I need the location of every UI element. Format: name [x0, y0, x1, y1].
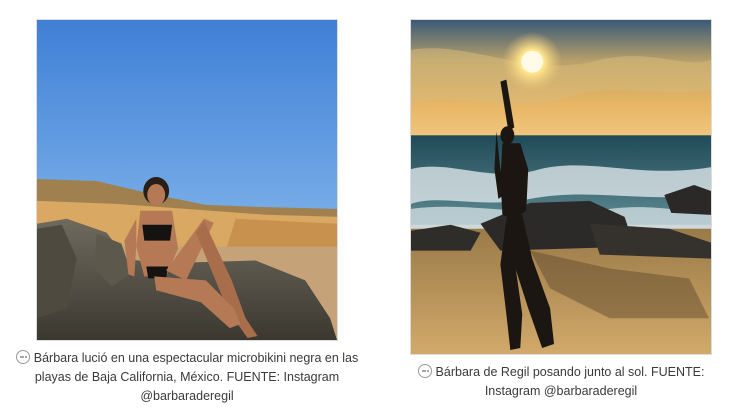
beach-photo-2[interactable]: [410, 19, 712, 355]
photo-caption-2: Bárbara de Regil posando junto al sol. F…: [400, 363, 722, 401]
figure-2: Bárbara de Regil posando junto al sol. F…: [0, 0, 729, 411]
more-dots-icon[interactable]: [417, 364, 432, 378]
caption-text: Bárbara de Regil posando junto al sol. F…: [435, 365, 705, 398]
